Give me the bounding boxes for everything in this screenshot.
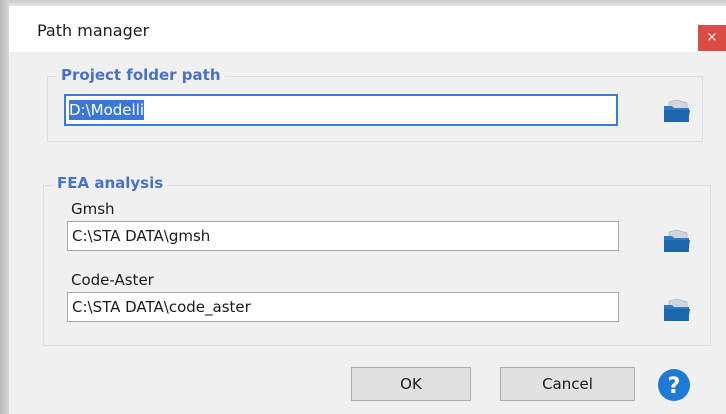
cancel-button[interactable]: Cancel	[500, 367, 635, 401]
code-aster-browse-button[interactable]	[661, 295, 693, 325]
fea-analysis-group-title: FEA analysis	[53, 174, 168, 192]
code-aster-path-input[interactable]: C:\STA DATA\code_aster	[67, 292, 619, 322]
project-folder-path-input[interactable]: D:\Modelli	[64, 94, 618, 126]
title-bar[interactable]: Path manager ×	[9, 6, 726, 52]
folder-open-icon	[664, 298, 690, 321]
gmsh-browse-button[interactable]	[661, 226, 693, 256]
window-title: Path manager	[37, 21, 150, 40]
help-button[interactable]: ?	[657, 368, 691, 402]
project-folder-group-title: Project folder path	[57, 66, 225, 84]
help-icon: ?	[658, 369, 690, 401]
gmsh-path-input[interactable]: C:\STA DATA\gmsh	[67, 221, 619, 251]
close-button[interactable]: ×	[698, 25, 726, 51]
help-icon-glyph: ?	[668, 374, 681, 399]
code-aster-label: Code-Aster	[71, 271, 154, 289]
folder-open-icon	[664, 229, 690, 252]
screen: Path manager × Project folder path D:\Mo…	[0, 0, 726, 414]
close-icon: ×	[706, 30, 718, 45]
folder-open-icon	[664, 99, 690, 122]
background-window-edge-left	[0, 0, 9, 414]
ok-button[interactable]: OK	[351, 367, 471, 401]
path-manager-dialog: Path manager × Project folder path D:\Mo…	[9, 6, 726, 414]
project-folder-browse-button[interactable]	[661, 96, 693, 126]
selected-text: D:\Modelli	[69, 100, 145, 120]
gmsh-label: Gmsh	[71, 200, 115, 218]
